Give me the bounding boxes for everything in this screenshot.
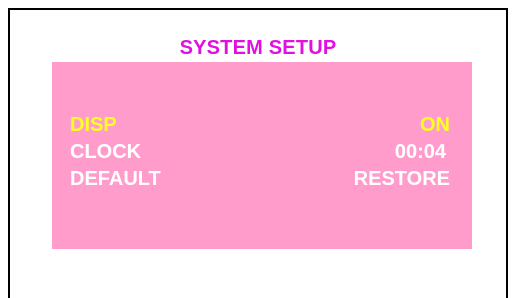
menu-item-label: DISP (70, 114, 117, 136)
menu-title: SYSTEM SETUP (179, 37, 337, 59)
osd-window: SYSTEM SETUP DISP ON CLOCK 00:04 DEFAULT… (8, 8, 508, 298)
menu-item-value[interactable]: 00:04 (395, 140, 446, 164)
settings-panel: DISP ON CLOCK 00:04 DEFAULT RESTORE (52, 62, 472, 249)
menu-item-clock[interactable]: CLOCK 00:04 (52, 140, 472, 164)
menu-item-value[interactable]: ON (420, 113, 450, 137)
menu-item-label: CLOCK (70, 141, 142, 163)
menu-item-value[interactable]: RESTORE (354, 167, 450, 191)
menu-item-label: DEFAULT (70, 168, 161, 190)
menu-item-default[interactable]: DEFAULT RESTORE (52, 167, 472, 191)
menu-item-disp[interactable]: DISP ON (52, 113, 472, 137)
